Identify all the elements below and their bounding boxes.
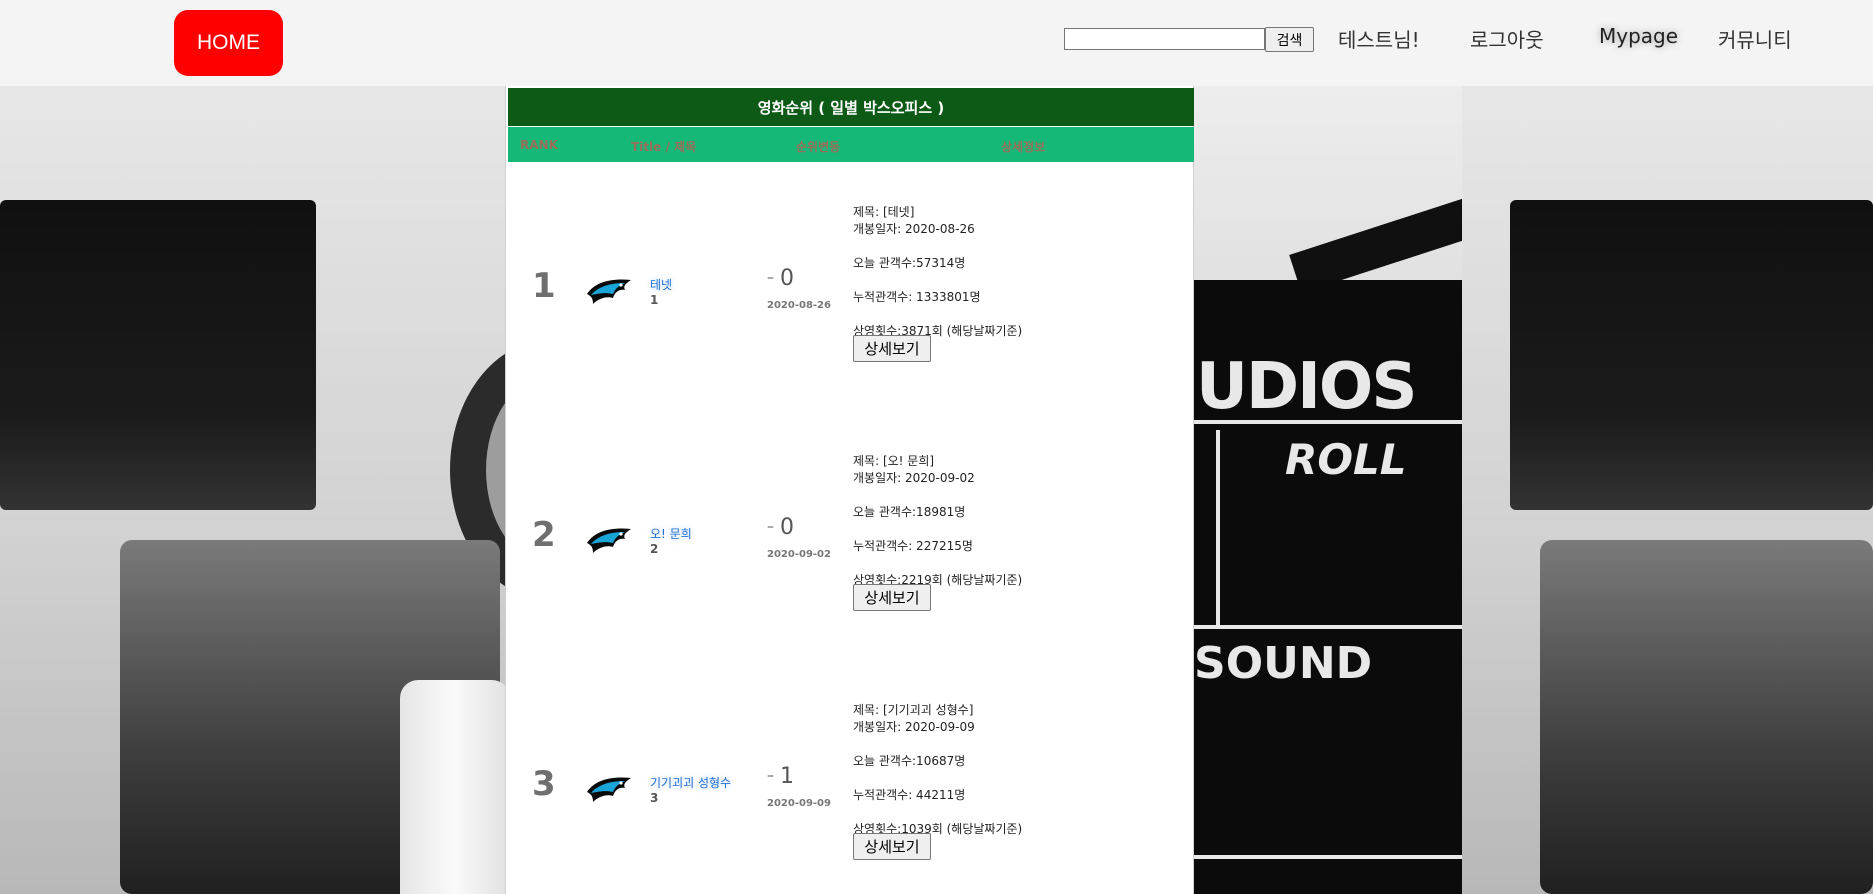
nav-community-link[interactable]: 커뮤니티 — [1718, 24, 1792, 53]
rank-change: –0 — [767, 515, 794, 540]
detail-today-audience: 오늘 관객수:18981명 — [853, 505, 966, 519]
movie-row: 1 테넷 1 –0 2020-08-26 제목: [테넷] 개봉일자: 2020… — [506, 162, 1195, 411]
rank-number: 3 — [532, 764, 556, 804]
panel-title: 영화순위 ( 일별 박스오피스 ) — [508, 88, 1194, 126]
search-button[interactable]: 검색 — [1265, 27, 1314, 52]
background-clapper-line — [1194, 855, 1462, 859]
nav-mypage-link[interactable]: Mypage — [1599, 24, 1678, 48]
open-date: 2020-08-26 — [767, 300, 831, 311]
top-header: HOME 검색 테스트님! 로그아웃 Mypage 커뮤니티 — [0, 0, 1873, 86]
detail-total-audience: 누적관객수: 1333801명 — [853, 290, 981, 304]
background-clapper-line — [1216, 430, 1220, 625]
rank-number: 2 — [532, 515, 556, 555]
detail-today-audience: 오늘 관객수:57314명 — [853, 256, 966, 270]
movie-detail: 제목: [테넷] 개봉일자: 2020-08-26 오늘 관객수:57314명 … — [853, 204, 1022, 340]
column-header-detail: 상세정보 — [1001, 140, 1046, 154]
open-date: 2020-09-09 — [767, 798, 831, 809]
background-bottle — [400, 680, 510, 894]
rank-change-dash: – — [767, 270, 774, 286]
background-projector — [1540, 540, 1873, 894]
movie-sub-rank: 3 — [650, 791, 659, 805]
detail-title: 제목: [테넷] — [853, 205, 915, 219]
nav-user-greeting[interactable]: 테스트님! — [1338, 24, 1420, 53]
movie-sub-rank: 1 — [650, 293, 659, 307]
background-monitor — [0, 200, 316, 510]
detail-today-audience: 오늘 관객수:10687명 — [853, 754, 966, 768]
detail-view-button[interactable]: 상세보기 — [853, 584, 931, 611]
detail-open-date: 개봉일자: 2020-09-02 — [853, 471, 975, 485]
rank-change-dash: – — [767, 519, 774, 535]
home-button[interactable]: HOME — [174, 10, 283, 76]
movie-title-link[interactable]: 기기괴괴 성형수 — [650, 774, 731, 791]
background-monitor — [1510, 200, 1873, 510]
movie-title-link[interactable]: 오! 문희 — [650, 525, 692, 542]
rank-change-value: 0 — [780, 266, 794, 291]
rank-change-dash: – — [767, 768, 774, 784]
detail-title: 제목: [기기괴괴 성형수] — [853, 703, 974, 717]
background-clapper-text: SOUND — [1194, 638, 1373, 689]
nav-logout-link[interactable]: 로그아웃 — [1470, 24, 1544, 53]
box-office-panel: 영화순위 ( 일별 박스오피스 ) RANK Title / 제목 순위변동 상… — [505, 86, 1194, 894]
background-clapper-text: ROLL — [1285, 435, 1407, 484]
rank-change: –0 — [767, 266, 794, 291]
detail-total-audience: 누적관객수: 227215명 — [853, 539, 973, 553]
open-date: 2020-09-02 — [767, 549, 831, 560]
rank-change-value: 0 — [780, 515, 794, 540]
movie-detail: 제목: [기기괴괴 성형수] 개봉일자: 2020-09-09 오늘 관객수:1… — [853, 702, 1022, 838]
movie-row: 2 오! 문희 2 –0 2020-09-02 제목: [오! 문희] 개봉일자… — [506, 411, 1195, 660]
detail-title: 제목: [오! 문희] — [853, 454, 935, 468]
search-input[interactable] — [1064, 28, 1265, 50]
movie-title-link[interactable]: 테넷 — [650, 276, 672, 293]
column-header-title: Title / 제목 — [631, 140, 697, 154]
panther-logo-icon — [587, 528, 631, 553]
detail-total-audience: 누적관객수: 44211명 — [853, 788, 966, 802]
column-header-change: 순위변동 — [796, 140, 841, 154]
detail-view-button[interactable]: 상세보기 — [853, 833, 931, 860]
movie-row: 3 기기괴괴 성형수 3 –1 2020-09-09 제목: [기기괴괴 성형수… — [506, 660, 1195, 894]
background-clapper-line — [1194, 625, 1462, 629]
rank-change-value: 1 — [780, 764, 794, 789]
table-header: RANK Title / 제목 순위변동 상세정보 — [508, 127, 1194, 162]
column-header-rank: RANK — [520, 138, 558, 152]
detail-view-button[interactable]: 상세보기 — [853, 335, 931, 362]
panther-logo-icon — [587, 777, 631, 802]
movie-detail: 제목: [오! 문희] 개봉일자: 2020-09-02 오늘 관객수:1898… — [853, 453, 1022, 589]
rank-change: –1 — [767, 764, 794, 789]
panther-logo-icon — [587, 279, 631, 304]
background-clapper-text: UDIOS — [1196, 350, 1417, 424]
rank-number: 1 — [532, 266, 556, 306]
detail-open-date: 개봉일자: 2020-09-09 — [853, 720, 975, 734]
movie-sub-rank: 2 — [650, 542, 659, 556]
detail-open-date: 개봉일자: 2020-08-26 — [853, 222, 975, 236]
